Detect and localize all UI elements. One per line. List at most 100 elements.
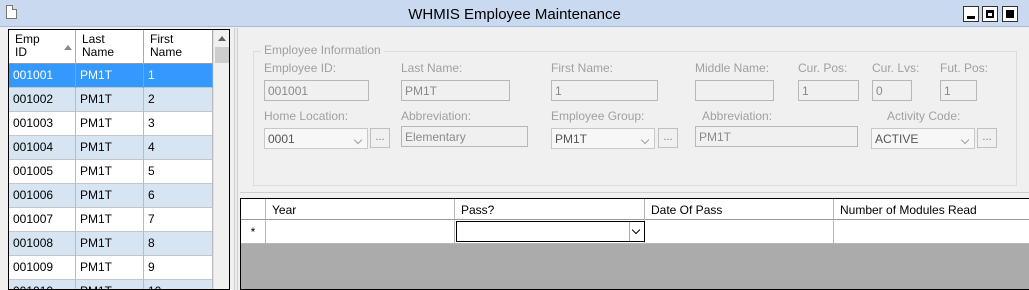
column-header-last-name[interactable]: Last Name xyxy=(76,30,144,64)
table-row[interactable]: 001004 PM1T 4 xyxy=(9,136,213,160)
table-cell-first[interactable]: 8 xyxy=(144,232,213,256)
last-name-label: Last Name: xyxy=(401,61,463,75)
table-row[interactable]: 001002 PM1T 2 xyxy=(9,88,213,112)
table-row[interactable]: 001009 PM1T 9 xyxy=(9,256,213,280)
table-cell-last[interactable]: PM1T xyxy=(76,64,144,88)
table-cell-emp-id[interactable]: 001002 xyxy=(9,88,76,112)
column-header-pass[interactable]: Pass? xyxy=(455,199,645,220)
table-cell-first[interactable]: 9 xyxy=(144,256,213,280)
vertical-scrollbar[interactable] xyxy=(213,30,229,289)
home-location-dropdown[interactable]: 0001 xyxy=(264,128,368,149)
title-bar: WHMIS Employee Maintenance xyxy=(0,0,1029,27)
sort-ascending-icon xyxy=(64,45,72,50)
table-row[interactable]: 001005 PM1T 5 xyxy=(9,160,213,184)
table-cell-emp-id[interactable]: 001009 xyxy=(9,256,76,280)
employee-group-dropdown[interactable]: PM1T xyxy=(551,128,655,149)
activity-code-dropdown[interactable]: ACTIVE xyxy=(871,128,975,149)
table-row[interactable]: 001003 PM1T 3 xyxy=(9,112,213,136)
table-cell-first[interactable]: 6 xyxy=(144,184,213,208)
table-cell-first[interactable]: 4 xyxy=(144,136,213,160)
middle-name-field[interactable] xyxy=(695,80,774,101)
maximize-icon xyxy=(986,10,994,18)
column-header-first-name[interactable]: First Name xyxy=(144,30,213,64)
year-cell[interactable] xyxy=(266,220,455,244)
column-header-label: Emp ID xyxy=(15,32,40,59)
table-cell-emp-id[interactable]: 001004 xyxy=(9,136,76,160)
scrollbar-thumb[interactable] xyxy=(215,47,229,63)
employee-list-header: Emp ID Last Name First Name xyxy=(9,30,213,64)
close-icon xyxy=(1006,10,1014,18)
modules-read-cell[interactable] xyxy=(834,220,1029,244)
chevron-down-icon xyxy=(629,222,644,241)
table-row[interactable]: 001006 PM1T 6 xyxy=(9,184,213,208)
employee-id-label: Employee ID: xyxy=(264,61,337,75)
table-cell-first[interactable]: 1 xyxy=(144,64,213,88)
table-cell-last[interactable]: PM1T xyxy=(76,160,144,184)
abbreviation-label: Abbreviation: xyxy=(702,109,773,123)
first-name-field[interactable]: 1 xyxy=(551,80,658,101)
maximize-button[interactable] xyxy=(982,6,998,22)
minimize-button[interactable] xyxy=(963,6,979,22)
table-cell-last[interactable]: PM1T xyxy=(76,112,144,136)
date-of-pass-cell[interactable] xyxy=(645,220,834,244)
table-row[interactable]: 001010PM1T10 xyxy=(9,280,213,289)
column-header-label: Last Name xyxy=(82,32,115,59)
table-cell-last[interactable]: PM1T xyxy=(76,184,144,208)
column-header-date-of-pass[interactable]: Date Of Pass xyxy=(645,199,834,220)
new-row-marker: * xyxy=(241,220,266,244)
table-cell-emp-id[interactable]: 001001 xyxy=(9,64,76,88)
column-header-emp-id[interactable]: Emp ID xyxy=(9,30,76,64)
table-cell-last[interactable]: PM1T xyxy=(76,232,144,256)
last-name-field[interactable]: PM1T xyxy=(401,80,510,101)
first-name-label: First Name: xyxy=(551,61,614,75)
employee-information-group: Employee Information Employee ID: 001001… xyxy=(253,43,1017,186)
home-location-value: 0001 xyxy=(268,132,295,146)
table-cell-first[interactable]: 7 xyxy=(144,208,213,232)
table-cell-first[interactable]: 5 xyxy=(144,160,213,184)
table-cell-last[interactable]: PM1T xyxy=(76,136,144,160)
modules-grid[interactable]: Year Pass? Date Of Pass Number of Module… xyxy=(240,198,1029,290)
vertical-splitter[interactable] xyxy=(234,28,238,290)
future-position-label: Fut. Pos: xyxy=(940,61,989,75)
column-header-label: First Name xyxy=(150,32,183,59)
chevron-down-icon xyxy=(638,129,654,148)
new-record-row[interactable]: * xyxy=(241,220,1029,244)
table-cell-emp-id[interactable]: 001010 xyxy=(9,280,76,289)
current-position-label: Cur. Pos: xyxy=(798,61,848,75)
future-position-field[interactable]: 1 xyxy=(940,80,977,101)
row-header-corner[interactable] xyxy=(241,199,266,220)
employee-group-label: Employee Group: xyxy=(551,109,645,123)
table-cell-emp-id[interactable]: 001008 xyxy=(9,232,76,256)
middle-name-label: Middle Name: xyxy=(695,61,770,75)
table-cell-emp-id[interactable]: 001003 xyxy=(9,112,76,136)
table-cell-last[interactable]: PM1T xyxy=(76,88,144,112)
table-cell-last[interactable]: PM1T xyxy=(76,256,144,280)
employee-group-abbreviation-field[interactable]: PM1T xyxy=(695,126,858,147)
chevron-down-icon xyxy=(351,129,367,148)
column-header-modules-read[interactable]: Number of Modules Read xyxy=(834,199,1029,220)
column-header-year[interactable]: Year xyxy=(266,199,455,220)
current-position-field[interactable]: 1 xyxy=(798,80,859,101)
home-location-abbreviation-field[interactable]: Elementary xyxy=(401,126,528,147)
table-cell-last[interactable]: PM1T xyxy=(76,280,144,289)
activity-code-browse-button[interactable]: ... xyxy=(977,128,997,148)
scroll-up-icon[interactable] xyxy=(214,30,229,46)
table-cell-emp-id[interactable]: 001005 xyxy=(9,160,76,184)
employee-group-browse-button[interactable]: ... xyxy=(658,128,678,148)
pass-dropdown[interactable] xyxy=(456,221,645,242)
table-row[interactable]: 001008 PM1T 8 xyxy=(9,232,213,256)
table-cell-emp-id[interactable]: 001006 xyxy=(9,184,76,208)
table-cell-first[interactable]: 10 xyxy=(144,280,213,289)
table-row[interactable]: 001001 PM1T 1 xyxy=(9,64,213,88)
home-location-browse-button[interactable]: ... xyxy=(370,128,390,148)
employee-id-field[interactable]: 001001 xyxy=(264,80,369,101)
table-cell-emp-id[interactable]: 001007 xyxy=(9,208,76,232)
table-cell-first[interactable]: 3 xyxy=(144,112,213,136)
current-levels-field[interactable]: 0 xyxy=(872,80,912,101)
close-button[interactable] xyxy=(1002,6,1018,22)
table-cell-last[interactable]: PM1T xyxy=(76,208,144,232)
activity-code-value: ACTIVE xyxy=(875,132,919,146)
table-row[interactable]: 001007 PM1T 7 xyxy=(9,208,213,232)
table-cell-first[interactable]: 2 xyxy=(144,88,213,112)
employee-list-grid[interactable]: Emp ID Last Name First Name 001001 PM1T 1 0… xyxy=(8,29,230,290)
